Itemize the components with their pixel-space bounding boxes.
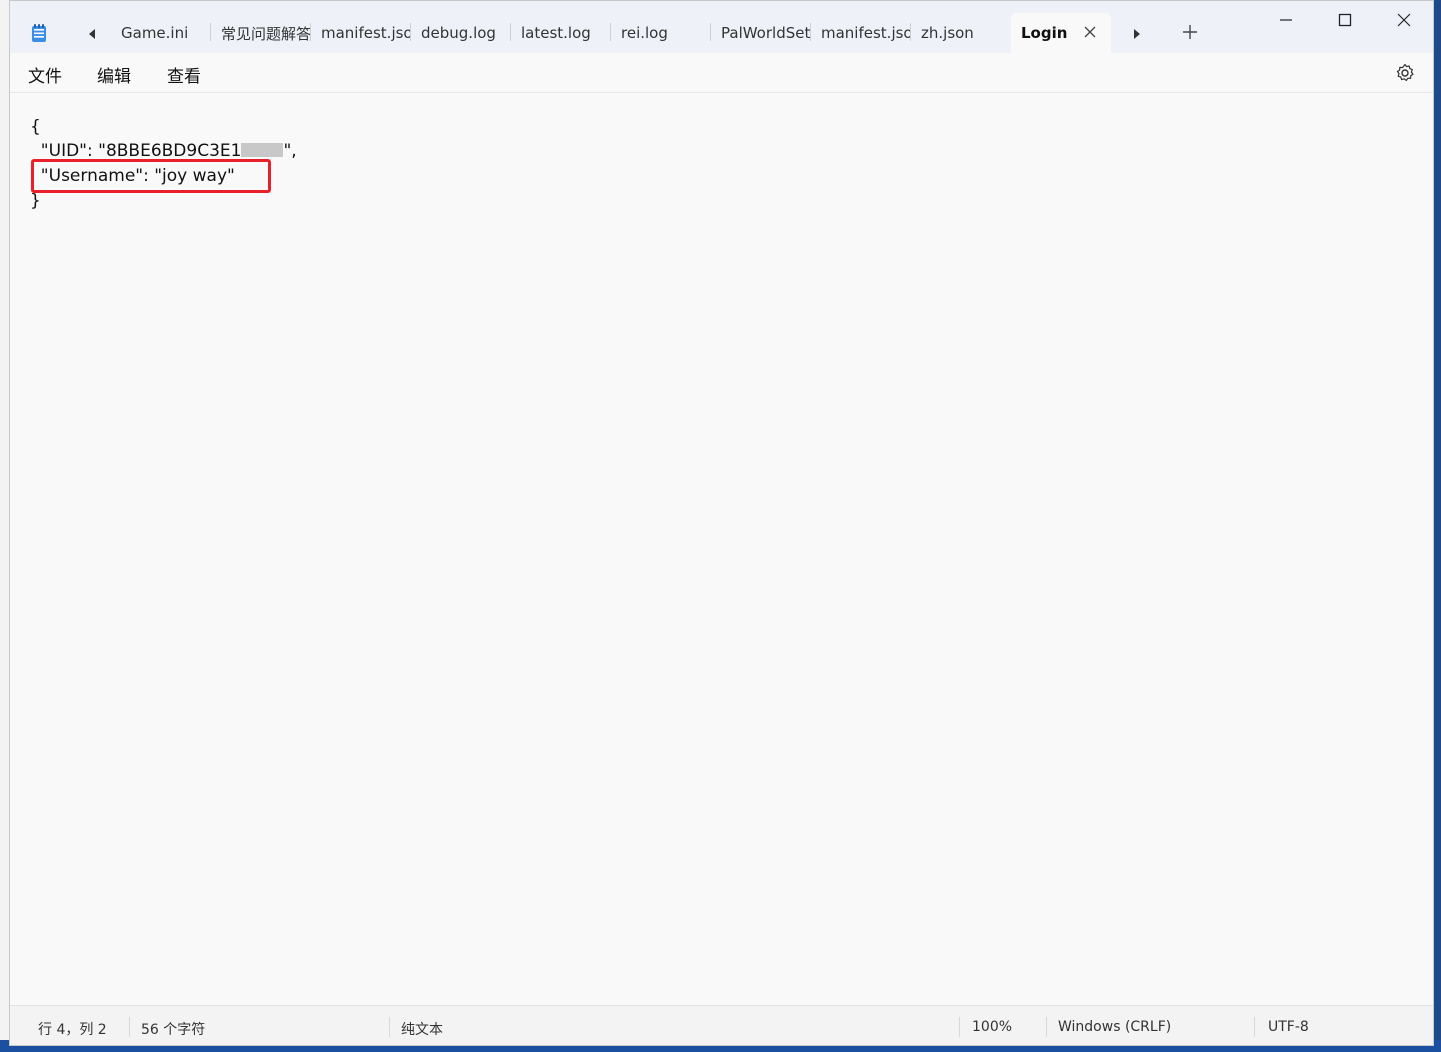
notepad-window: Game.ini 常见问题解答 manifest.json debug.log … (9, 0, 1434, 1046)
new-tab-icon[interactable] (1181, 23, 1199, 41)
tab-game-ini[interactable]: Game.ini (111, 13, 211, 53)
status-separator (1046, 1017, 1047, 1037)
status-separator (959, 1017, 960, 1037)
close-tab-icon[interactable] (1083, 25, 1097, 39)
status-bar: 行 4，列 2 56 个字符 纯文本 100% Windows (CRLF) U… (10, 1005, 1433, 1045)
tab-rei-log[interactable]: rei.log (611, 13, 711, 53)
editor-line-1: { (30, 117, 41, 137)
tab-label: debug.log (421, 24, 496, 42)
zoom-level[interactable]: 100% (972, 1019, 1012, 1035)
line-ending[interactable]: Windows (CRLF) (1058, 1019, 1171, 1035)
maximize-button[interactable] (1316, 1, 1374, 39)
character-count: 56 个字符 (141, 1022, 206, 1038)
status-separator (129, 1017, 130, 1037)
caret-left-icon (89, 29, 95, 39)
tab-label: Game.ini (121, 24, 189, 42)
uid-text: "UID": "8BBE6BD9C3E1 (30, 141, 242, 161)
tab-login-active[interactable]: Login (1011, 13, 1111, 53)
scroll-tabs-right-button[interactable] (1127, 25, 1147, 43)
tab-palworld-settings[interactable]: PalWorldSettings (711, 13, 811, 53)
notepad-app-icon (32, 24, 46, 42)
gear-icon[interactable] (1395, 63, 1415, 83)
tab-label: PalWorldSettings (721, 24, 811, 42)
scroll-tabs-left-button[interactable] (82, 25, 102, 43)
tab-zh-json[interactable]: zh.json (911, 13, 1011, 53)
status-separator (1254, 1017, 1255, 1037)
tab-debug-log[interactable]: debug.log (411, 13, 511, 53)
tab-manifest-json-2[interactable]: manifest.json (811, 13, 911, 53)
close-icon (1397, 13, 1411, 27)
minimize-icon (1280, 19, 1292, 21)
close-window-button[interactable] (1375, 1, 1433, 39)
tab-label: latest.log (521, 24, 591, 42)
tab-label: manifest.json (321, 24, 411, 42)
tab-manifest-json-1[interactable]: manifest.json (311, 13, 411, 53)
cursor-position: 行 4，列 2 (38, 1022, 107, 1038)
tab-label: manifest.json (821, 24, 911, 42)
uid-text-suffix: ", (283, 141, 297, 161)
tab-label: 常见问题解答 (221, 24, 311, 43)
tab-label: Login (1021, 24, 1068, 42)
tab-faq[interactable]: 常见问题解答 (211, 13, 311, 53)
minimize-button[interactable] (1257, 1, 1315, 39)
redacted-block (241, 143, 284, 157)
menu-view[interactable]: 查看 (167, 61, 201, 87)
menu-edit[interactable]: 编辑 (97, 61, 131, 87)
menu-bar: 文件 编辑 查看 (10, 53, 1433, 93)
text-format[interactable]: 纯文本 (401, 1019, 443, 1039)
tab-label: zh.json (921, 24, 974, 42)
maximize-icon (1338, 13, 1352, 27)
encoding[interactable]: UTF-8 (1268, 1019, 1309, 1035)
status-separator (389, 1017, 390, 1037)
title-bar: Game.ini 常见问题解答 manifest.json debug.log … (10, 1, 1433, 53)
text-editor-area[interactable]: { "UID": "8BBE6BD9C3E1 ", "Username": "jo… (10, 93, 1433, 1005)
caret-right-icon (1134, 29, 1140, 39)
tab-latest-log[interactable]: latest.log (511, 13, 611, 53)
red-highlight-annotation (31, 159, 271, 193)
menu-file[interactable]: 文件 (28, 61, 62, 87)
tab-label: rei.log (621, 24, 668, 42)
